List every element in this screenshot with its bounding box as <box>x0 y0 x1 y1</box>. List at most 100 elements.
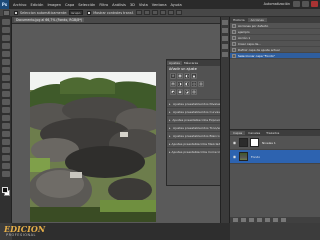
delete-layer-icon[interactable] <box>281 218 286 222</box>
crop-tool-icon[interactable] <box>1 51 10 57</box>
zoom-tool-icon[interactable] <box>1 171 10 177</box>
align-left-icon[interactable] <box>159 10 166 15</box>
tab-ajustes[interactable]: Ajustes <box>167 61 182 65</box>
layer-row-fondo[interactable]: ◉ Fondo <box>230 150 320 164</box>
auto-select-checkbox[interactable] <box>14 10 18 15</box>
styles-panel-icon[interactable] <box>222 36 228 41</box>
quick-select-tool-icon[interactable] <box>1 43 10 49</box>
toggle-checkbox[interactable] <box>232 29 236 34</box>
marquee-tool-icon[interactable] <box>1 27 10 33</box>
align-middle-icon[interactable] <box>143 10 150 15</box>
lasso-tool-icon[interactable] <box>1 35 10 41</box>
menu-ventana[interactable]: Ventana <box>152 3 167 7</box>
healing-brush-tool-icon[interactable] <box>1 67 10 73</box>
curves-icon[interactable]: ◐ <box>184 73 190 79</box>
canvas-area[interactable]: Ajustes Máscaras Añadir un ajuste ☼ ▦ ◐ … <box>12 24 227 223</box>
layer-row-niveles[interactable]: ◉ Niveles 1 <box>230 136 320 150</box>
foreground-color-swatch[interactable] <box>2 187 8 193</box>
threshold-icon[interactable]: ◪ <box>184 89 190 95</box>
black-white-icon[interactable]: ◎ <box>191 81 197 87</box>
brush-tool-icon[interactable] <box>1 75 10 81</box>
transform-controls-checkbox[interactable] <box>87 10 92 15</box>
dodge-tool-icon[interactable] <box>1 123 10 129</box>
vibrance-icon[interactable]: ▤ <box>170 81 176 87</box>
preset-mezclador[interactable]: ▸ Ajustes preestablecidos Mezclador... <box>167 139 226 147</box>
blur-tool-icon[interactable] <box>1 115 10 121</box>
preset-exposicion[interactable]: ▸ Ajustes preestablecidos Exposición <box>167 115 225 123</box>
color-panel-icon[interactable] <box>222 20 228 25</box>
align-bottom-icon[interactable] <box>151 10 158 15</box>
menu-imagen[interactable]: Imagen <box>47 3 61 7</box>
brightness-contrast-icon[interactable]: ☼ <box>170 73 176 79</box>
levels-icon[interactable]: ▦ <box>177 73 183 79</box>
posterize-icon[interactable]: ▣ <box>177 89 183 95</box>
info-panel-icon[interactable] <box>222 52 228 57</box>
tab-canales[interactable]: Canales <box>245 131 263 135</box>
photo-filter-icon[interactable]: ▥ <box>198 81 204 87</box>
tab-capas[interactable]: Capas <box>230 131 246 135</box>
preset-blanco-negro[interactable]: ▸ Ajustes preestablecidos Blanco y... <box>167 131 225 139</box>
layer-name: Niveles 1 <box>262 140 276 145</box>
menu-ayuda[interactable]: Ayuda <box>171 3 182 7</box>
history-brush-tool-icon[interactable] <box>1 91 10 97</box>
tab-acciones[interactable]: Acciones <box>247 18 267 22</box>
tab-trazados[interactable]: Trazados <box>263 131 282 135</box>
toggle-checkbox[interactable] <box>232 53 236 58</box>
gradient-map-icon[interactable]: ▨ <box>191 89 197 95</box>
preset-tono-sat[interactable]: ▸ Ajustes preestablecidos Tono/sat. <box>167 123 225 131</box>
hue-saturation-icon[interactable]: ◑ <box>177 81 183 87</box>
clone-stamp-tool-icon[interactable] <box>1 83 10 89</box>
eye-icon[interactable]: ◉ <box>232 140 237 145</box>
swatches-panel-icon[interactable] <box>222 28 228 33</box>
preset-niveles[interactable]: ▸ Ajustes preestablecidos Niveles <box>167 99 225 107</box>
toggle-checkbox[interactable] <box>232 23 236 28</box>
menu-analisis[interactable]: Análisis <box>112 3 126 7</box>
align-right-icon[interactable] <box>175 10 182 15</box>
navigator-panel-icon[interactable] <box>222 44 228 49</box>
shape-tool-icon[interactable] <box>1 155 10 161</box>
path-select-tool-icon[interactable] <box>1 147 10 153</box>
move-tool-icon[interactable] <box>1 19 10 25</box>
invert-icon[interactable]: ◩ <box>170 89 176 95</box>
eye-icon[interactable]: ◉ <box>232 154 237 159</box>
new-group-icon[interactable] <box>265 218 270 222</box>
move-tool-icon[interactable] <box>3 9 10 16</box>
align-top-icon[interactable] <box>135 10 142 15</box>
gradient-tool-icon[interactable] <box>1 107 10 113</box>
menu-3d[interactable]: 3D <box>130 3 135 7</box>
add-mask-icon[interactable] <box>249 218 254 222</box>
link-layers-icon[interactable] <box>233 218 238 222</box>
new-adjustment-icon[interactable] <box>257 218 262 222</box>
layer-style-icon[interactable] <box>241 218 246 222</box>
document-image[interactable] <box>30 72 156 222</box>
document-tab[interactable]: Documento.jpg al 66,7% (Fondo, RGB/8*) <box>14 18 85 22</box>
menu-vista[interactable]: Vista <box>139 3 148 7</box>
menu-edicion[interactable]: Edición <box>30 3 43 7</box>
workspace-switcher[interactable]: Automatización <box>264 2 290 6</box>
align-center-icon[interactable] <box>167 10 174 15</box>
new-layer-icon[interactable] <box>273 218 278 222</box>
toggle-checkbox[interactable] <box>232 35 236 40</box>
color-balance-icon[interactable]: ◧ <box>184 81 190 87</box>
tab-historia[interactable]: Historia <box>230 18 248 22</box>
hand-tool-icon[interactable] <box>1 163 10 169</box>
auto-select-dropdown[interactable]: Grupo <box>69 10 84 15</box>
menu-filtro[interactable]: Filtro <box>99 3 108 7</box>
type-tool-icon[interactable] <box>1 139 10 145</box>
toggle-checkbox[interactable] <box>232 41 236 46</box>
menu-seleccion[interactable]: Selección <box>78 3 95 7</box>
minimize-button[interactable] <box>293 1 300 7</box>
toggle-checkbox[interactable] <box>232 47 236 52</box>
exposure-icon[interactable]: ▲ <box>191 73 197 79</box>
close-button[interactable] <box>311 1 318 7</box>
maximize-button[interactable] <box>302 1 309 7</box>
eyedropper-tool-icon[interactable] <box>1 59 10 65</box>
preset-curvas[interactable]: ▸ Ajustes preestablecidos Curvas <box>167 107 225 115</box>
menu-capa[interactable]: Capa <box>65 3 74 7</box>
adjustment-icons-row-2: ▤ ◑ ◧ ◎ ▥ <box>167 80 225 88</box>
menu-archivo[interactable]: Archivo <box>13 3 26 7</box>
preset-correccion[interactable]: ▸ Ajustes preestablecidos Corrección... <box>167 147 227 155</box>
eraser-tool-icon[interactable] <box>1 99 10 105</box>
pen-tool-icon[interactable] <box>1 131 10 137</box>
tab-mascaras[interactable]: Máscaras <box>182 61 200 65</box>
